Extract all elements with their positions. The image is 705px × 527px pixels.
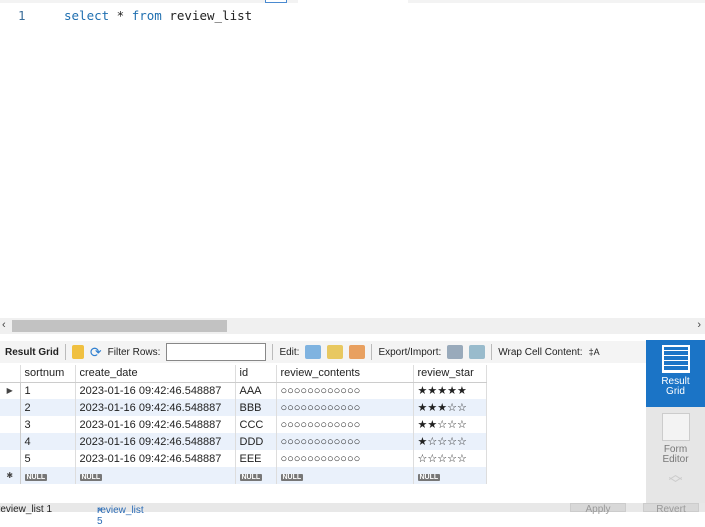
result-grid-view-button[interactable]: Result Grid [646,340,705,407]
new-row[interactable]: ✱ NULL NULL NULL NULL NULL [0,467,487,484]
scroll-left-icon[interactable]: ‹ [2,319,6,331]
code-text: * [109,8,132,23]
delete-row-icon[interactable] [349,345,366,359]
edit-pencil-icon[interactable] [305,345,322,359]
chevron-down-icon[interactable]: ﹀ [646,477,705,491]
cell[interactable]: 5 [20,450,76,467]
cell[interactable]: NULL [20,467,76,484]
row-marker [0,433,21,450]
null-badge: NULL [417,473,441,481]
cell[interactable]: ○○○○○○○○○○○○ [276,433,414,450]
row-marker [0,416,21,433]
scroll-right-icon[interactable]: › [697,319,701,331]
cell[interactable]: ★★★☆☆ [413,399,487,416]
refresh-icon[interactable]: ⟳ [90,344,102,361]
divider [371,344,373,360]
cell[interactable]: NULL [235,467,277,484]
table-row[interactable]: 5 2023-01-16 09:42:46.548887 EEE ○○○○○○○○○○… [0,450,487,467]
current-row-icon: ▶ [0,382,21,399]
tab-label: review_list 5 [97,505,144,527]
result-grid: sortnum create_date id review_contents r… [0,365,487,484]
cell[interactable]: ★★☆☆☆ [413,416,487,433]
line-number: 1 [18,8,26,23]
cell[interactable]: BBB [235,399,277,416]
scrollbar-thumb[interactable] [12,320,227,332]
cell[interactable]: AAA [235,382,277,399]
cell[interactable]: 1 [20,382,76,399]
cell[interactable]: DDD [235,433,277,450]
wrap-toggle-icon[interactable]: ‡A [589,347,600,357]
cell[interactable]: EEE [235,450,277,467]
cell[interactable]: ☆☆☆☆☆ [413,450,487,467]
header-row: sortnum create_date id review_contents r… [0,365,487,383]
form-editor-view-button[interactable]: Form Editor ︿ ﹀ [646,407,705,491]
table-row[interactable]: 4 2023-01-16 09:42:46.548887 DDD ○○○○○○○○○○… [0,433,487,450]
cell[interactable]: NULL [413,467,487,484]
result-toolbar: Result Grid ⟳ Filter Rows: Edit: Export/… [0,341,646,363]
label: Editor [662,454,689,465]
export-import-label: Export/Import: [378,346,442,358]
table-row[interactable]: 2 2023-01-16 09:42:46.548887 BBB ○○○○○○○○○○… [0,399,487,416]
cell[interactable]: 2023-01-16 09:42:46.548887 [75,450,236,467]
null-badge: NULL [239,473,263,481]
import-icon[interactable] [469,345,486,359]
code-text: review_list [161,8,253,23]
column-header[interactable]: review_star [413,365,487,383]
cell[interactable]: ★☆☆☆☆ [413,433,487,450]
column-header[interactable]: review_contents [276,365,414,383]
form-icon [661,413,690,441]
cell[interactable]: 4 [20,433,76,450]
close-icon[interactable]: × [97,505,103,516]
table-row[interactable]: 3 2023-01-16 09:42:46.548887 CCC ○○○○○○○○○○… [0,416,487,433]
cell[interactable]: NULL [75,467,236,484]
column-header[interactable]: id [235,365,277,383]
sql-code[interactable]: select * from review_list [64,8,252,23]
cell[interactable]: 2023-01-16 09:42:46.548887 [75,416,236,433]
cell[interactable]: 2 [20,399,76,416]
apply-button[interactable]: Apply [570,503,626,515]
grid-columns-icon[interactable] [71,345,84,359]
cell[interactable]: ★★★★★ [413,382,487,399]
column-header[interactable]: create_date [75,365,236,383]
grid-icon [661,345,690,373]
cell[interactable]: ○○○○○○○○○○○○ [276,382,414,399]
new-row-icon: ✱ [0,467,21,484]
label: Grid [666,386,685,397]
horizontal-scrollbar[interactable]: ‹ › [0,318,705,334]
export-icon[interactable] [447,345,464,359]
revert-button[interactable]: Revert [643,503,699,515]
row-marker [0,399,21,416]
null-badge: NULL [24,473,48,481]
cell[interactable]: ○○○○○○○○○○○○ [276,399,414,416]
cell[interactable]: ○○○○○○○○○○○○ [276,450,414,467]
result-tabs: review_list 1 review_list 5 × Apply Reve… [0,503,705,527]
cell[interactable]: 2023-01-16 09:42:46.548887 [75,382,236,399]
sql-editor[interactable]: 1 select * from review_list [0,3,705,318]
filter-rows-label: Filter Rows: [107,346,161,358]
row-marker-header [0,365,21,383]
result-grid-label: Result Grid [5,346,59,358]
filter-rows-input[interactable] [166,343,267,361]
cell[interactable]: CCC [235,416,277,433]
cell[interactable]: 2023-01-16 09:42:46.548887 [75,399,236,416]
keyword: select [64,8,110,23]
divider [491,344,493,360]
cell[interactable]: NULL [276,467,414,484]
cell[interactable]: 3 [20,416,76,433]
edit-label: Edit: [279,346,300,358]
row-marker [0,450,21,467]
tab-review-list-1[interactable]: review_list 1 [0,504,52,515]
divider [64,344,66,360]
null-badge: NULL [79,473,103,481]
add-row-icon[interactable] [327,345,344,359]
column-header[interactable]: sortnum [20,365,76,383]
table-row[interactable]: ▶ 1 2023-01-16 09:42:46.548887 AAA ○○○○○○○○○… [0,382,487,399]
view-sidebar: Result Grid Form Editor ︿ ﹀ [646,340,705,505]
wrap-cell-label: Wrap Cell Content: [498,346,583,358]
keyword: from [131,8,162,23]
null-badge: NULL [280,473,304,481]
cell[interactable]: ○○○○○○○○○○○○ [276,416,414,433]
divider [272,344,274,360]
cell[interactable]: 2023-01-16 09:42:46.548887 [75,433,236,450]
